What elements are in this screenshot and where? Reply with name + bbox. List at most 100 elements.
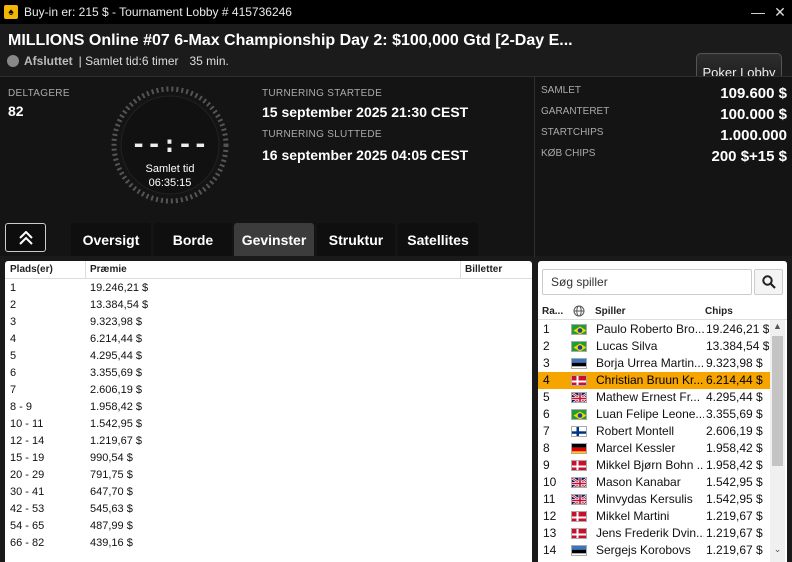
prize-row: 15 - 19 990,54 $: [5, 450, 532, 467]
prize-place: 42 - 53: [10, 503, 45, 515]
player-chips: 6.214,44 $: [706, 373, 763, 387]
total-time-label: | Samlet tid:6 timer: [78, 54, 179, 68]
player-row[interactable]: 4 Christian Bruun Kr... 6.214,44 $: [538, 372, 770, 389]
player-chips: 9.323,98 $: [706, 356, 763, 370]
player-row[interactable]: 6 Luan Felipe Leone... 3.355,69 $: [538, 406, 770, 423]
prize-amount: 9.323,98 $: [90, 316, 142, 328]
participants-label: DELTAGERE: [8, 88, 70, 99]
player-chips: 2.606,19 $: [706, 424, 763, 438]
prize-row: 2 13.384,54 $: [5, 297, 532, 314]
prize-row: 8 - 9 1.958,42 $: [5, 399, 532, 416]
player-row[interactable]: 1 Paulo Roberto Bro... 19.246,21 $: [538, 321, 770, 338]
player-rank: 3: [543, 356, 550, 370]
prize-table-header: Plads(er) Præmie Billetter: [5, 261, 532, 279]
prize-place: 54 - 65: [10, 520, 45, 532]
prize-row: 12 - 14 1.219,67 $: [5, 433, 532, 450]
col-prize[interactable]: Præmie: [90, 264, 127, 275]
flag-gb-icon: [571, 392, 587, 403]
prize-place: 20 - 29: [10, 469, 45, 481]
ended-value: 16 september 2025 04:05 CEST: [262, 147, 469, 163]
prize-amount: 4.295,44 $: [90, 350, 142, 362]
search-player-input[interactable]: Søg spiller: [542, 269, 752, 295]
tournament-title: MILLIONS Online #07 6-Max Championship D…: [8, 32, 573, 49]
col-player[interactable]: Spiller: [595, 306, 626, 317]
prize-row: 6 3.355,69 $: [5, 365, 532, 382]
clock-display: --:--: [131, 130, 209, 158]
player-row[interactable]: 2 Lucas Silva 13.384,54 $: [538, 338, 770, 355]
player-rank: 6: [543, 407, 550, 421]
prize-amount: 791,75 $: [90, 469, 133, 481]
scroll-up-icon[interactable]: ▲: [770, 321, 785, 335]
player-rank: 7: [543, 424, 550, 438]
participants-value: 82: [8, 103, 24, 119]
prize-amount: 2.606,19 $: [90, 384, 142, 396]
prize-row: 3 9.323,98 $: [5, 314, 532, 331]
player-row[interactable]: 3 Borja Urrea Martin... 9.323,98 $: [538, 355, 770, 372]
prize-row: 54 - 65 487,99 $: [5, 518, 532, 535]
flag-fi-icon: [571, 426, 587, 437]
prize-amount: 439,16 $: [90, 537, 133, 549]
player-row[interactable]: 14 Sergejs Korobovs 1.219,67 $: [538, 542, 770, 559]
flag-dk-icon: [571, 375, 587, 386]
tab-gevinster[interactable]: Gevinster: [234, 223, 314, 256]
prize-place: 12 - 14: [10, 435, 45, 447]
globe-icon[interactable]: [573, 305, 585, 317]
collapse-button[interactable]: [5, 223, 46, 252]
tab-oversigt[interactable]: Oversigt: [71, 223, 151, 256]
player-name: Mikkel Bjørn Bohn ...: [596, 458, 704, 472]
flag-br-icon: [571, 341, 587, 352]
prize-table: Plads(er) Præmie Billetter 1 19.246,21 $ 2…: [5, 261, 532, 562]
player-name: Robert Montell: [596, 424, 675, 438]
flag-gb-icon: [571, 494, 587, 505]
player-rank: 13: [543, 526, 557, 540]
player-row[interactable]: 7 Robert Montell 2.606,19 $: [538, 423, 770, 440]
player-row[interactable]: 8 Marcel Kessler 1.958,42 $: [538, 440, 770, 457]
player-chips: 13.384,54 $: [706, 339, 770, 353]
player-row[interactable]: 13 Jens Frederik Dvin... 1.219,67 $: [538, 525, 770, 542]
scroll-down-icon[interactable]: ⌄: [770, 544, 785, 558]
col-place[interactable]: Plads(er): [10, 264, 53, 275]
flag-dk-icon: [571, 460, 587, 471]
col-rank[interactable]: Ra...: [542, 306, 563, 317]
player-chips: 4.295,44 $: [706, 390, 763, 404]
player-rank: 9: [543, 458, 550, 472]
col-tickets[interactable]: Billetter: [465, 264, 502, 275]
prize-place: 15 - 19: [10, 452, 45, 464]
prize-row: 7 2.606,19 $: [5, 382, 532, 399]
tab-borde[interactable]: Borde: [154, 223, 232, 256]
player-rank: 8: [543, 441, 550, 455]
player-name: Paulo Roberto Bro...: [596, 322, 704, 336]
prize-row: 30 - 41 647,70 $: [5, 484, 532, 501]
prize-place: 8 - 9: [10, 401, 33, 413]
tournament-status: Afsluttet | Samlet tid:6 timer 35 min.: [7, 54, 229, 68]
prize-place: 1: [10, 282, 17, 294]
player-rank: 11: [543, 492, 556, 506]
player-row[interactable]: 9 Mikkel Bjørn Bohn ... 1.958,42 $: [538, 457, 770, 474]
tab-satellites[interactable]: Satellites: [398, 223, 478, 256]
minimize-button[interactable]: —: [748, 2, 768, 22]
player-row[interactable]: 10 Mason Kanabar 1.542,95 $: [538, 474, 770, 491]
player-chips: 1.219,67 $: [706, 526, 763, 540]
tab-struktur[interactable]: Struktur: [317, 223, 395, 256]
player-rank: 10: [543, 475, 557, 489]
col-chips[interactable]: Chips: [705, 306, 733, 317]
window-titlebar: ♠ Buy-in er: 215 $ - Tournament Lobby # …: [0, 0, 792, 24]
player-row[interactable]: 11 Minvydas Kersulis 1.542,95 $: [538, 491, 770, 508]
close-button[interactable]: ✕: [770, 2, 790, 22]
prize-row: 4 6.214,44 $: [5, 331, 532, 348]
prize-row: 10 - 11 1.542,95 $: [5, 416, 532, 433]
prize-place: 4: [10, 333, 17, 345]
scroll-thumb[interactable]: [772, 336, 783, 466]
player-row[interactable]: 5 Mathew Ernest Fr... 4.295,44 $: [538, 389, 770, 406]
player-row[interactable]: 12 Mikkel Martini 1.219,67 $: [538, 508, 770, 525]
search-icon: [761, 275, 776, 289]
flag-ee-icon: [571, 358, 587, 369]
prize-row: 66 - 82 439,16 $: [5, 535, 532, 552]
player-chips: 1.542,95 $: [706, 475, 763, 489]
prize-amount: 1.219,67 $: [90, 435, 142, 447]
prize-amount: 13.384,54 $: [90, 299, 149, 311]
flag-br-icon: [571, 409, 587, 420]
search-button[interactable]: [754, 269, 783, 295]
prize-place: 30 - 41: [10, 486, 45, 498]
double-chevron-up-icon: [18, 230, 33, 245]
